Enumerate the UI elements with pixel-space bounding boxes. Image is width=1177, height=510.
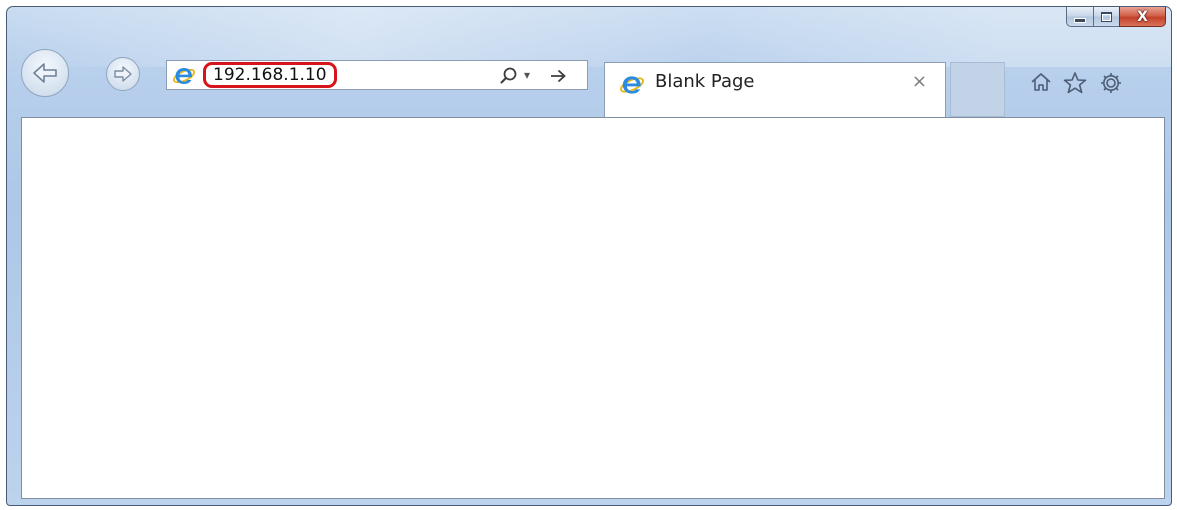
close-window-button[interactable]: X [1119,7,1166,27]
tab-close-button[interactable]: × [912,71,927,93]
ie-logo-icon [172,65,196,92]
star-icon[interactable] [1062,71,1088,100]
address-bar[interactable]: 192.168.1.10 ▾ [166,60,588,90]
close-icon: X [1137,8,1148,25]
search-icon[interactable] [499,66,519,91]
back-arrow-icon [33,63,57,83]
tab-title: Blank Page [655,71,755,92]
window-caption-buttons: X [1066,7,1166,28]
go-arrow-icon[interactable] [548,66,568,91]
chevron-down-icon[interactable]: ▾ [524,66,530,84]
gear-icon[interactable] [1098,71,1124,100]
back-button[interactable] [21,49,69,97]
maximize-button[interactable] [1093,7,1119,27]
new-tab-button[interactable] [950,62,1005,117]
forward-arrow-icon [114,66,132,82]
home-icon[interactable] [1029,71,1053,98]
tab-blank-page[interactable]: Blank Page × [604,62,946,124]
browser-window: X 192.168.1.10 ▾ Blank Page × [6,6,1172,506]
forward-button[interactable] [106,57,140,91]
url-text[interactable]: 192.168.1.10 [203,62,337,88]
page-content-area[interactable] [21,117,1165,499]
maximize-icon [1101,11,1112,22]
minimize-button[interactable] [1066,7,1093,27]
ie-logo-icon [619,73,645,102]
minimize-icon [1075,18,1085,22]
